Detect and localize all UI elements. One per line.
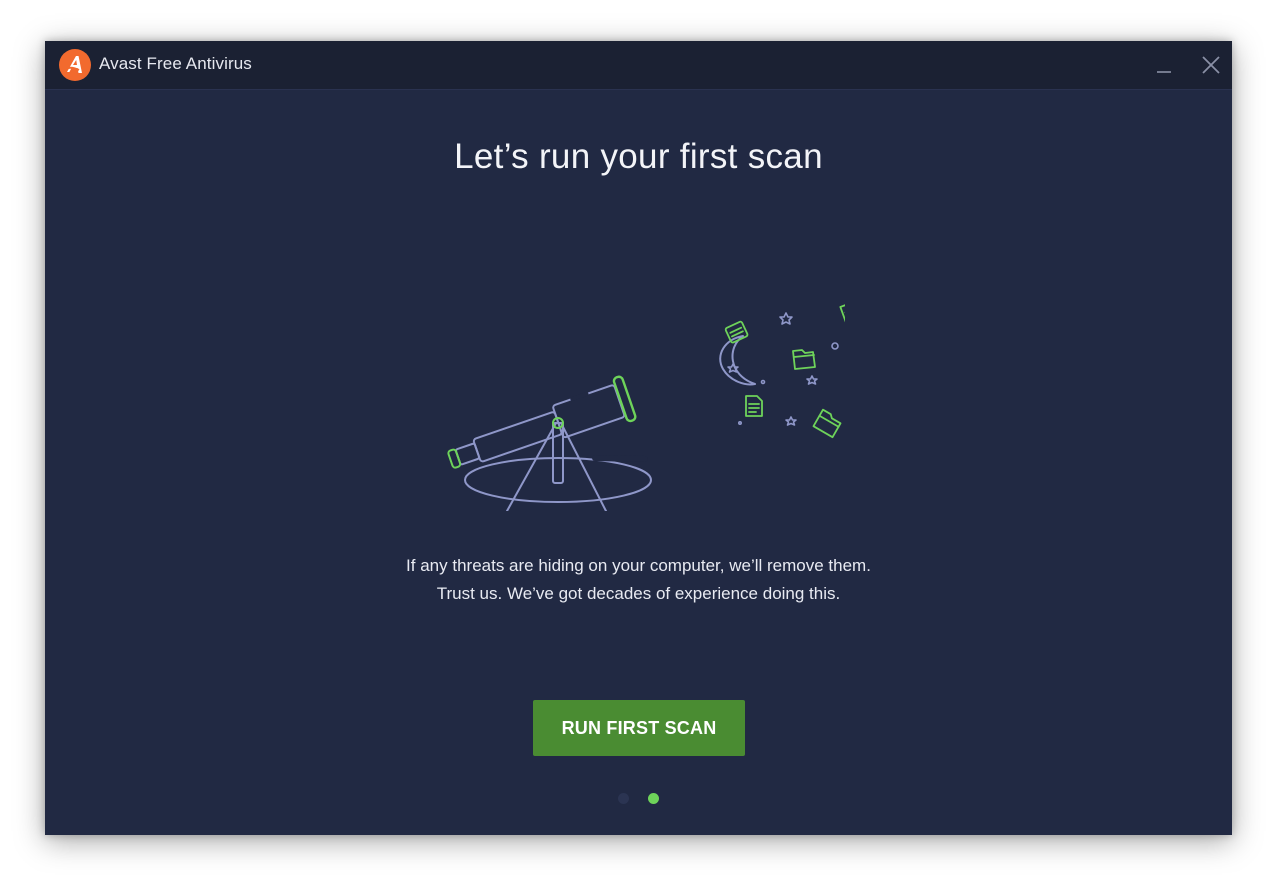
description: If any threats are hiding on your comput… bbox=[45, 552, 1232, 608]
telescope-illustration bbox=[447, 302, 845, 511]
ground-ellipse bbox=[464, 457, 652, 503]
document-icon bbox=[724, 320, 749, 344]
page-title: Let’s run your first scan bbox=[454, 137, 823, 176]
minimize-button[interactable] bbox=[1150, 51, 1178, 79]
star-icon bbox=[727, 363, 739, 373]
minimize-icon bbox=[1157, 71, 1171, 73]
star-icon bbox=[779, 312, 793, 325]
folder-icon bbox=[812, 408, 842, 439]
avast-logo-icon bbox=[59, 49, 91, 81]
window-title: Avast Free Antivirus bbox=[99, 54, 252, 73]
description-line-1: If any threats are hiding on your comput… bbox=[406, 556, 871, 575]
document-icon bbox=[839, 302, 845, 325]
moon-icon bbox=[719, 335, 756, 386]
close-button[interactable] bbox=[1197, 51, 1225, 79]
title-bar: Avast Free Antivirus bbox=[45, 41, 1232, 90]
star-icon bbox=[785, 416, 797, 426]
document-icon bbox=[745, 395, 763, 417]
star-icon bbox=[806, 375, 818, 385]
tripod-leg bbox=[506, 422, 557, 511]
star-dot-icon bbox=[760, 379, 766, 385]
page-dot-2-active[interactable] bbox=[648, 793, 659, 804]
telescope-tube bbox=[447, 375, 637, 469]
page-indicator bbox=[618, 793, 662, 805]
folder-icon bbox=[792, 349, 816, 370]
page-dot-1[interactable] bbox=[618, 793, 629, 804]
description-line-2: Trust us. We’ve got decades of experienc… bbox=[436, 584, 841, 603]
star-dot-icon bbox=[831, 342, 839, 350]
star-dot-icon bbox=[737, 421, 742, 426]
run-first-scan-button[interactable]: RUN FIRST SCAN bbox=[533, 700, 745, 756]
close-icon bbox=[1202, 56, 1220, 74]
app-window: Avast Free Antivirus Let’s run your firs… bbox=[45, 41, 1232, 835]
